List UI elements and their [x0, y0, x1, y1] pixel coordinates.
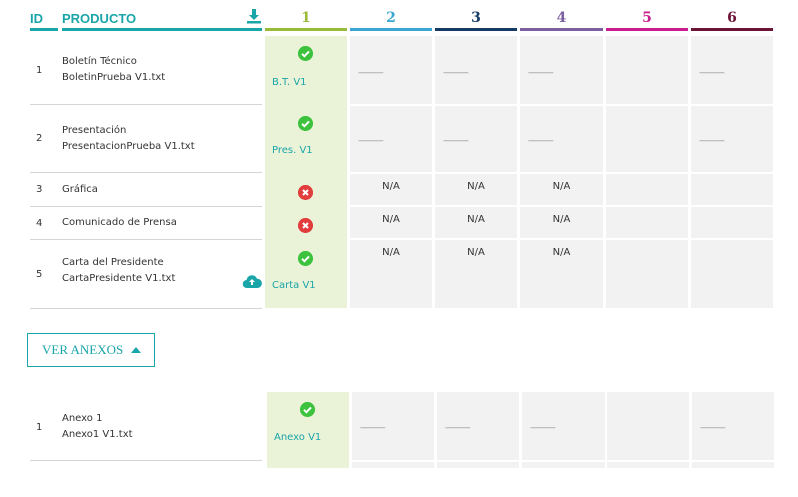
column-header-1: 1 — [265, 0, 347, 31]
empty-dash: ----------- — [358, 136, 384, 146]
product-file[interactable]: CartaPresidente V1.txt — [62, 271, 262, 287]
empty-dash: ----------- — [700, 423, 726, 433]
row-divider — [350, 104, 773, 106]
row-2-id: 2 — [30, 105, 58, 173]
empty-dash: ----------- — [360, 423, 386, 433]
caret-up-icon — [131, 347, 142, 353]
product-title: Carta del Presidente — [62, 257, 164, 268]
row-4-id: 4 — [30, 207, 58, 240]
x-circle-icon — [298, 218, 313, 233]
row-divider — [352, 460, 774, 462]
column-header-6: 6 — [691, 0, 773, 31]
anexo-1-product: Anexo 1 Anexo1 V1.txt — [58, 394, 262, 461]
product-file[interactable]: BoletinPrueba V1.txt — [62, 70, 262, 86]
column-header-5: 5 — [606, 0, 688, 31]
anexo-file[interactable]: Anexo1 V1.txt — [62, 427, 262, 443]
check-icon — [298, 251, 313, 266]
file-version-label[interactable]: Carta V1 — [272, 280, 316, 291]
download-icon[interactable] — [246, 8, 262, 24]
row-1-id: 1 — [30, 36, 58, 105]
empty-dash: ----------- — [528, 68, 554, 78]
empty-dash: ----------- — [358, 68, 384, 78]
check-icon — [298, 46, 313, 61]
row-4-product: Comunicado de Prensa — [58, 207, 262, 240]
file-version-label[interactable]: B.T. V1 — [272, 77, 307, 88]
empty-dash: ----------- — [445, 423, 471, 433]
empty-dash: ----------- — [530, 423, 556, 433]
product-file[interactable]: PresentacionPrueba V1.txt — [62, 139, 262, 155]
empty-dash: ----------- — [528, 136, 554, 146]
product-title: Comunicado de Prensa — [62, 217, 177, 228]
cell-na: N/A — [467, 181, 485, 192]
cell-na: N/A — [552, 247, 571, 258]
cell-na: N/A — [467, 214, 485, 225]
cell-na: N/A — [382, 247, 400, 258]
row-5-product: Carta del Presidente CartaPresidente V1.… — [58, 240, 262, 309]
anexo-column-5-bg — [607, 392, 689, 468]
column-header-4: 4 — [520, 0, 603, 31]
anexo-title: Anexo 1 — [62, 413, 103, 424]
ver-anexos-button[interactable]: VER ANEXOS — [27, 333, 155, 367]
product-title: Boletín Técnico — [62, 56, 137, 67]
file-version-label[interactable]: Pres. V1 — [272, 145, 313, 156]
anexo-1-id: 1 — [30, 394, 58, 461]
empty-dash: ----------- — [443, 136, 469, 146]
row-1-product: Boletín Técnico BoletinPrueba V1.txt — [58, 36, 262, 105]
cell-na: N/A — [552, 181, 571, 192]
x-circle-icon — [298, 185, 313, 200]
empty-dash: ----------- — [699, 68, 725, 78]
column-header-2: 2 — [350, 0, 432, 31]
row-2-product: Presentación PresentacionPrueba V1.txt — [58, 105, 262, 173]
cell-na: N/A — [382, 214, 400, 225]
cell-na: N/A — [382, 181, 400, 192]
cloud-upload-icon[interactable] — [242, 273, 262, 289]
product-title: Presentación — [62, 124, 127, 136]
check-icon — [300, 402, 315, 417]
row-3-id: 3 — [30, 173, 58, 207]
empty-dash: ----------- — [443, 68, 469, 78]
cell-na: N/A — [467, 247, 485, 258]
check-icon — [298, 116, 313, 131]
ver-anexos-label: VER ANEXOS — [42, 342, 124, 357]
column-header-id: ID — [30, 0, 58, 31]
column-header-producto-label: PRODUCTO — [62, 11, 137, 26]
product-title: Gráfica — [62, 183, 98, 195]
row-3-product: Gráfica — [58, 173, 262, 207]
empty-dash: ----------- — [699, 136, 725, 146]
cell-na: N/A — [552, 214, 571, 225]
row-5-id: 5 — [30, 240, 58, 309]
column-header-3: 3 — [435, 0, 517, 31]
column-header-producto: PRODUCTO — [62, 0, 262, 31]
file-version-label[interactable]: Anexo V1 — [274, 432, 321, 443]
